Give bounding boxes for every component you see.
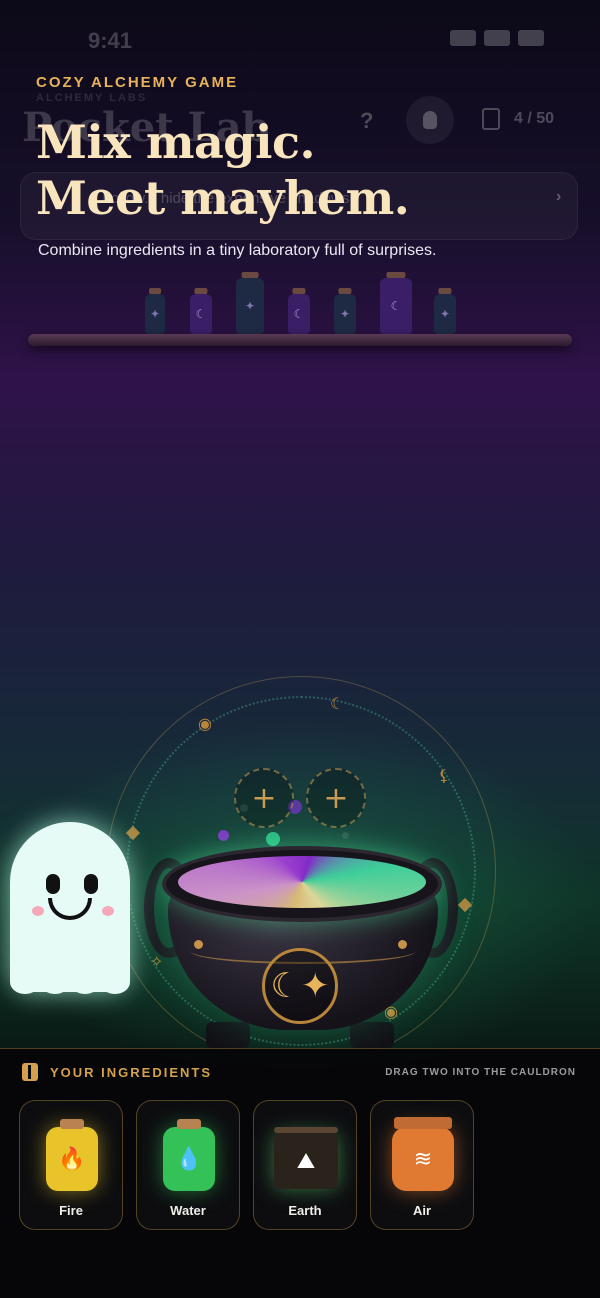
wind-icon: ≋ [392, 1117, 454, 1191]
mountain-icon: ⛰ [274, 1127, 338, 1189]
shelf-bottle: ☾ [288, 294, 310, 334]
lightbulb-icon [423, 111, 437, 129]
shelf-bottle: ☾ [190, 294, 212, 334]
ingredient-card-air[interactable]: ≋ Air [370, 1100, 474, 1230]
hint-button[interactable] [406, 96, 454, 144]
droplet-icon: 💧 [163, 1119, 215, 1191]
ghost-eye [84, 874, 98, 894]
headline-line-1: Mix magic. [36, 115, 315, 169]
recipe-book-icon[interactable] [482, 108, 500, 130]
signal-icon [450, 30, 476, 46]
moon-icon: ☾ [330, 694, 345, 713]
book-icon [22, 1063, 38, 1081]
cauldron-rivet [398, 940, 407, 949]
ingredient-label: Fire [59, 1203, 83, 1218]
ingredients-title: YOUR INGREDIENTS [50, 1065, 213, 1080]
shelf-bottle: ✦ [236, 278, 264, 334]
ingredient-card-water[interactable]: 💧 Water [136, 1100, 240, 1230]
ingredient-card-earth[interactable]: ⛰ Earth [253, 1100, 357, 1230]
moon-star-emblem-icon: ☾✦ [262, 948, 338, 1024]
ghost-cheek [102, 906, 114, 916]
bubble [266, 832, 280, 846]
ingredient-label: Earth [288, 1203, 322, 1218]
status-icons [450, 30, 544, 46]
ingredients-hint: DRAG TWO INTO THE CAULDRON [385, 1067, 576, 1078]
rune-icon: ⚸ [438, 766, 450, 785]
status-time: 9:41 [88, 28, 133, 53]
bubble [218, 830, 229, 841]
cauldron-foot [350, 1022, 394, 1048]
app-subtitle: ALCHEMY LABS [36, 92, 148, 104]
shelf-bottle: ☾ [380, 278, 412, 334]
flame-icon: 🔥 [46, 1119, 98, 1191]
shelf-bottle: ✦ [434, 294, 456, 334]
subheadline: Combine ingredients in a tiny laboratory… [38, 242, 437, 259]
headline-line-2: Meet mayhem. [36, 171, 410, 225]
discovered-count: 4 / 50 [514, 110, 555, 127]
wifi-icon [484, 30, 510, 46]
headline: Mix magic. Meet mayhem. [36, 114, 410, 226]
shelf-bottle: ✦ [334, 294, 356, 334]
ingredient-label: Water [170, 1203, 206, 1218]
ghost-tail [10, 970, 130, 994]
tagline: COZY ALCHEMY GAME [36, 74, 239, 91]
ingredient-label: Air [412, 1203, 432, 1218]
potion-surface [178, 856, 426, 908]
ghost-cheek [32, 906, 44, 916]
cauldron-foot [206, 1022, 250, 1048]
chevron-right-icon: › [556, 188, 562, 205]
ghost-eye [46, 874, 60, 894]
game-screen: 9:41 ALCHEMY LABS Pocket Lab ? 4 / 50 ..… [0, 0, 600, 1298]
shelf-bottle: ✦ [145, 294, 165, 334]
ingredient-slot-1[interactable]: + [234, 768, 294, 828]
cauldron-rivet [194, 940, 203, 949]
bubble [342, 832, 349, 839]
shelf [28, 334, 572, 346]
battery-icon [518, 30, 544, 46]
ingredient-card-fire[interactable]: 🔥 Fire [19, 1100, 123, 1230]
ingredient-slot-2[interactable]: + [306, 768, 366, 828]
eye-icon: ◉ [198, 714, 212, 733]
